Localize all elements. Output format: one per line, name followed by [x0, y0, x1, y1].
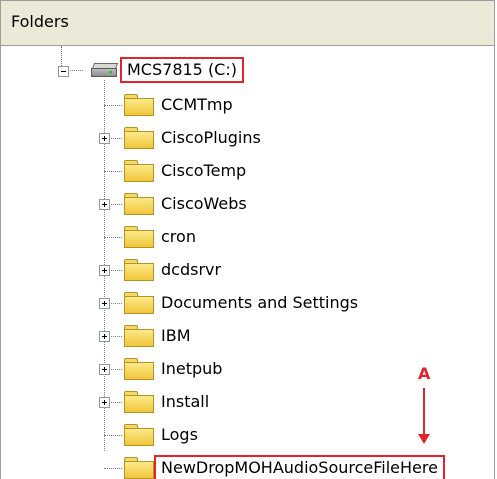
tree-branch-line — [104, 468, 122, 469]
hard-drive-icon — [91, 63, 119, 77]
tree-branch-line — [104, 105, 122, 106]
folder-icon — [123, 457, 155, 479]
folder-icon — [123, 193, 155, 215]
tree-node-label[interactable]: Inetpub — [161, 359, 222, 379]
tree-branch-line — [104, 171, 122, 172]
tree-node-label[interactable]: cron — [161, 227, 196, 247]
tree-node-drive-c[interactable]: MCS7815 (C:) — [120, 57, 244, 83]
expand-toggle-icon[interactable] — [99, 199, 110, 210]
folder-icon — [123, 325, 155, 347]
folder-icon — [123, 424, 155, 446]
folders-pane-header: Folders — [0, 0, 495, 46]
expand-toggle-icon[interactable] — [99, 298, 110, 309]
tree-node-label[interactable]: Logs — [161, 425, 198, 445]
folder-icon — [123, 160, 155, 182]
annotation-arrow-head — [418, 434, 430, 444]
tree-node-label[interactable]: CiscoWebs — [161, 194, 247, 214]
expand-toggle-icon[interactable] — [99, 397, 110, 408]
expand-toggle-icon[interactable] — [99, 265, 110, 276]
folder-icon — [123, 292, 155, 314]
folder-icon — [123, 391, 155, 413]
tree-node-label[interactable]: CiscoTemp — [161, 161, 246, 181]
expand-toggle-icon[interactable] — [99, 133, 110, 144]
folder-tree[interactable]: MCS7815 (C:) CCMTmp CiscoPlugins CiscoTemp… — [0, 46, 495, 479]
folder-icon — [123, 259, 155, 281]
tree-node-label[interactable]: CiscoPlugins — [161, 128, 261, 148]
folder-icon — [123, 226, 155, 248]
tree-node-label[interactable]: dcdsrvr — [161, 260, 221, 280]
folder-icon — [123, 94, 155, 116]
drive-collapse-toggle[interactable] — [58, 66, 69, 77]
folders-pane: Folders MCS7815 (C:) CCMTmp CiscoPlugins C… — [0, 0, 497, 479]
annotation-arrow-line — [423, 388, 425, 436]
folder-icon — [123, 358, 155, 380]
expand-toggle-icon[interactable] — [99, 331, 110, 342]
tree-node-label[interactable]: Documents and Settings — [161, 293, 358, 313]
tree-node-label[interactable]: Install — [161, 392, 209, 412]
tree-node-label[interactable]: CCMTmp — [161, 95, 233, 115]
expand-toggle-icon[interactable] — [99, 364, 110, 375]
tree-branch-line — [104, 237, 122, 238]
folder-icon — [123, 127, 155, 149]
tree-node-label[interactable]: IBM — [161, 326, 191, 346]
annotation-label: A — [418, 364, 431, 383]
folders-pane-title: Folders — [11, 12, 69, 31]
tree-node-label[interactable]: NewDropMOHAudioSourceFileHere — [154, 455, 445, 479]
tree-branch-line — [104, 435, 122, 436]
